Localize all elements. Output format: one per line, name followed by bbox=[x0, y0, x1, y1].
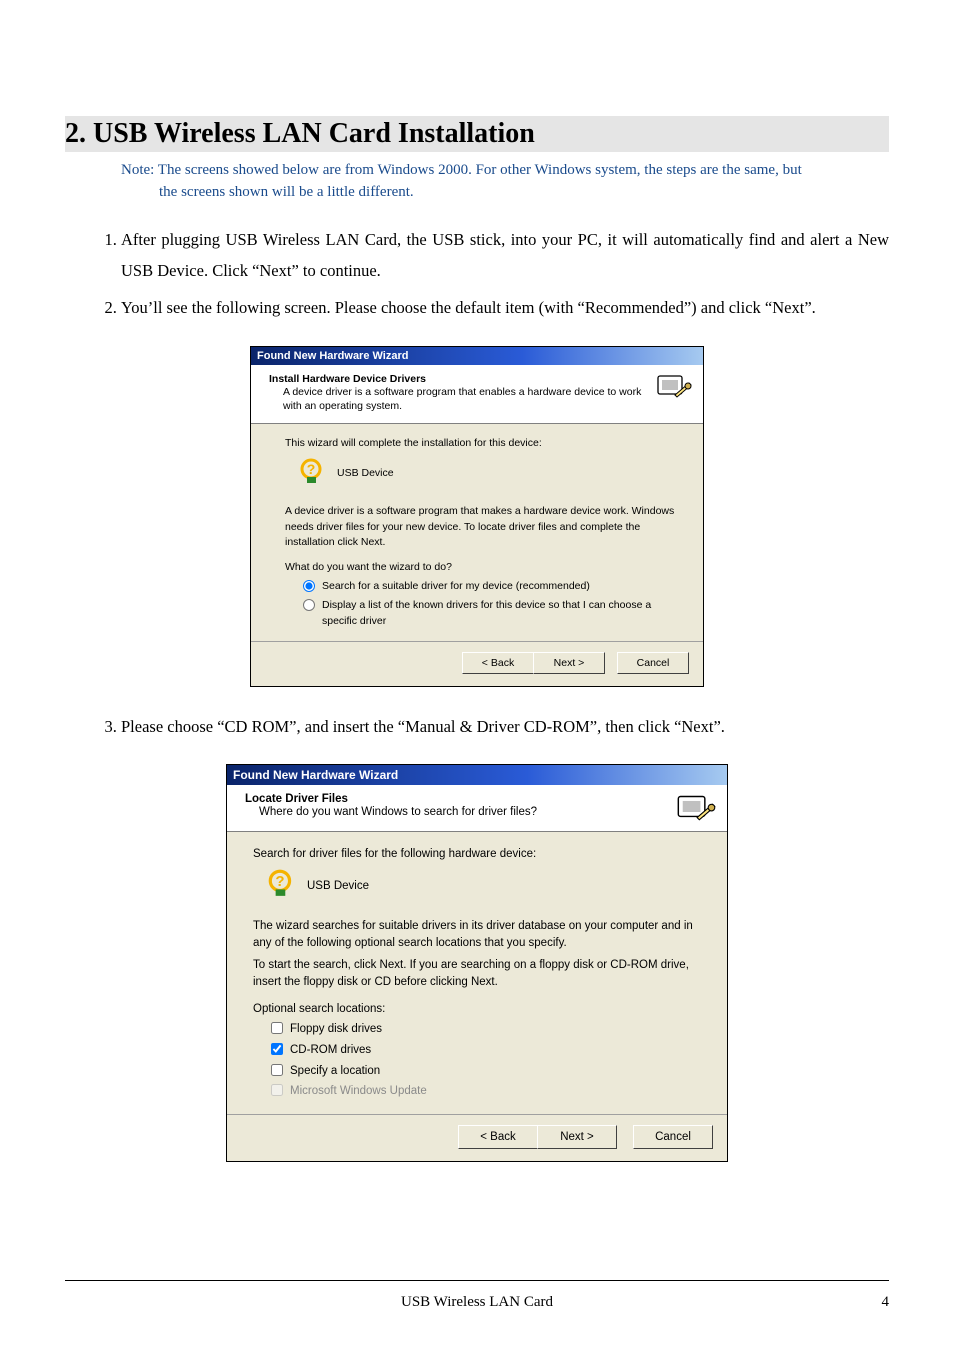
wizard-intro-text: This wizard will complete the installati… bbox=[285, 436, 681, 451]
back-button[interactable]: < Back bbox=[462, 652, 534, 674]
steps-list: After plugging USB Wireless LAN Card, th… bbox=[65, 224, 889, 324]
radio-search-driver[interactable]: Search for a suitable driver for my devi… bbox=[303, 579, 681, 594]
page-number: 4 bbox=[849, 1294, 889, 1311]
wizard-question: What do you want the wizard to do? bbox=[285, 560, 681, 575]
checkbox-windows-update-input bbox=[271, 1084, 283, 1096]
svg-text:?: ? bbox=[307, 461, 316, 477]
hardware-icon bbox=[655, 371, 693, 412]
wizard-header: Locate Driver Files Where do you want Wi… bbox=[227, 785, 727, 832]
wizard-titlebar: Found New Hardware Wizard bbox=[227, 765, 727, 785]
checkbox-cdrom-label: CD-ROM drives bbox=[290, 1042, 701, 1059]
wizard-desc-text: A device driver is a software program th… bbox=[285, 504, 681, 550]
wizard-p2: The wizard searches for suitable drivers… bbox=[253, 918, 701, 951]
checkbox-windows-update: Microsoft Windows Update bbox=[271, 1083, 701, 1100]
radio-display-list-label: Display a list of the known drivers for … bbox=[322, 598, 681, 628]
next-button[interactable]: Next > bbox=[537, 1125, 617, 1149]
wizard-titlebar: Found New Hardware Wizard bbox=[251, 347, 703, 365]
wizard-header-subtitle: Where do you want Windows to search for … bbox=[245, 805, 667, 821]
wizard-button-bar: < Back Next > Cancel bbox=[227, 1114, 727, 1161]
svg-text:?: ? bbox=[275, 874, 284, 891]
radio-search-driver-input[interactable] bbox=[303, 580, 315, 592]
checkbox-floppy[interactable]: Floppy disk drives bbox=[271, 1021, 701, 1038]
note-text-1: Note: The screens showed below are from … bbox=[121, 162, 802, 178]
wizard-header-title: Install Hardware Device Drivers bbox=[269, 373, 426, 385]
wizard-locate-files: Found New Hardware Wizard Locate Driver … bbox=[226, 764, 728, 1162]
wizard-intro-text: Search for driver files for the followin… bbox=[253, 846, 701, 863]
page-footer: USB Wireless LAN Card 4 bbox=[65, 1294, 889, 1311]
checkbox-floppy-label: Floppy disk drives bbox=[290, 1021, 701, 1038]
wizard-button-bar: < Back Next > Cancel bbox=[251, 641, 703, 686]
radio-display-list[interactable]: Display a list of the known drivers for … bbox=[303, 598, 681, 628]
checkbox-specify-input[interactable] bbox=[271, 1064, 283, 1076]
note: Note: The screens showed below are from … bbox=[65, 160, 889, 204]
back-button[interactable]: < Back bbox=[458, 1125, 538, 1149]
wizard-header-subtitle: A device driver is a software program th… bbox=[269, 385, 643, 413]
step-2: You’ll see the following screen. Please … bbox=[121, 292, 889, 323]
cancel-button[interactable]: Cancel bbox=[633, 1125, 713, 1149]
footer-title: USB Wireless LAN Card bbox=[105, 1294, 849, 1311]
checkbox-specify[interactable]: Specify a location bbox=[271, 1063, 701, 1080]
wizard-p3: To start the search, click Next. If you … bbox=[253, 957, 701, 990]
step-3: Please choose “CD ROM”, and insert the “… bbox=[121, 711, 889, 742]
wizard-header: Install Hardware Device Drivers A device… bbox=[251, 365, 703, 424]
radio-search-driver-label: Search for a suitable driver for my devi… bbox=[322, 579, 681, 594]
optional-locations-label: Optional search locations: bbox=[253, 1001, 701, 1018]
cancel-button[interactable]: Cancel bbox=[617, 652, 689, 674]
next-button[interactable]: Next > bbox=[533, 652, 605, 674]
section-heading: 2. USB Wireless LAN Card Installation bbox=[65, 116, 889, 152]
hardware-icon bbox=[675, 791, 717, 836]
device-name: USB Device bbox=[337, 466, 394, 481]
checkbox-specify-label: Specify a location bbox=[290, 1063, 701, 1080]
note-text-2: the screens shown will be a little diffe… bbox=[121, 182, 889, 204]
device-name: USB Device bbox=[307, 878, 369, 895]
checkbox-cdrom[interactable]: CD-ROM drives bbox=[271, 1042, 701, 1059]
footer-rule bbox=[65, 1280, 889, 1281]
checkbox-cdrom-input[interactable] bbox=[271, 1043, 283, 1055]
usb-device-icon: ? bbox=[299, 457, 325, 490]
checkbox-windows-update-label: Microsoft Windows Update bbox=[290, 1083, 701, 1100]
checkbox-floppy-input[interactable] bbox=[271, 1022, 283, 1034]
usb-device-icon: ? bbox=[267, 868, 295, 904]
wizard-header-title: Locate Driver Files bbox=[245, 793, 348, 805]
radio-display-list-input[interactable] bbox=[303, 599, 315, 611]
steps-list-2: Please choose “CD ROM”, and insert the “… bbox=[65, 711, 889, 742]
step-1: After plugging USB Wireless LAN Card, th… bbox=[121, 224, 889, 287]
wizard-install-drivers: Found New Hardware Wizard Install Hardwa… bbox=[250, 346, 704, 687]
